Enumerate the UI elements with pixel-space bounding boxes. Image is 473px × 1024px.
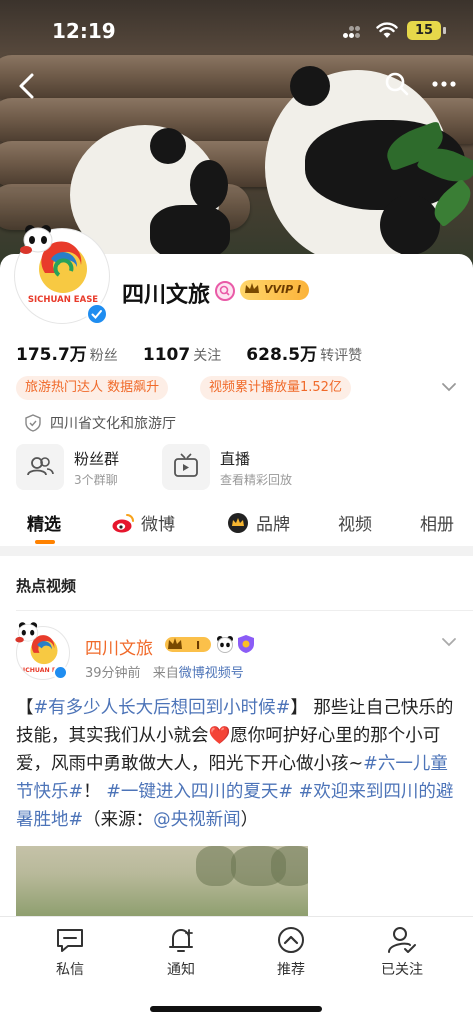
tab-album[interactable]: 相册 xyxy=(420,510,454,535)
bottom-label: 推荐 xyxy=(277,962,305,978)
level-shield-icon xyxy=(238,635,254,653)
video-thumbnail[interactable] xyxy=(16,846,308,916)
search-icon[interactable] xyxy=(383,70,411,98)
panda-eye xyxy=(190,160,228,210)
svg-text:I: I xyxy=(196,639,200,652)
stat-interactions[interactable]: 628.5万 转评赞 xyxy=(246,345,382,365)
battery-icon: 15 xyxy=(407,21,441,40)
stat-followers[interactable]: 175.7万 粉丝 xyxy=(16,345,138,365)
shield-check-icon xyxy=(25,414,41,432)
post-author[interactable]: 四川文旅 xyxy=(85,634,153,659)
bottom-followed-button[interactable]: 已关注 xyxy=(367,925,437,979)
weibo-logo-icon xyxy=(112,514,134,533)
vvip-level: I xyxy=(297,283,302,296)
post-time: 39分钟前 xyxy=(85,666,141,681)
more-icon[interactable] xyxy=(430,72,458,96)
post-meta: 39分钟前 来自微博视频号 xyxy=(85,662,244,681)
mention-link[interactable]: @央视新闻 xyxy=(153,810,241,830)
verified-badge-icon xyxy=(86,303,108,325)
post-badges: I xyxy=(165,634,254,654)
bottom-recommend-button[interactable]: 推荐 xyxy=(256,925,326,979)
vvip-badge[interactable]: VVIP I xyxy=(240,280,310,300)
bell-icon xyxy=(169,929,193,952)
tab-featured[interactable]: 精选 xyxy=(27,510,61,535)
home-indicator xyxy=(150,1006,322,1012)
post-menu-chevron-icon[interactable] xyxy=(440,633,458,651)
quick-subtitle: 查看精彩回放 xyxy=(220,473,293,487)
tab-brand[interactable]: 品牌 xyxy=(256,510,290,535)
bottom-notify-button[interactable]: 通知 xyxy=(146,925,216,979)
live-tv-icon xyxy=(162,444,210,490)
fans-group-icon xyxy=(16,444,64,490)
quick-title: 粉丝群 xyxy=(74,450,120,468)
tag-video-plays[interactable]: 视频累计播放量1.52亿 xyxy=(200,376,351,400)
brand-crown-icon xyxy=(228,513,248,533)
stat-following[interactable]: 1107 关注 xyxy=(143,345,241,365)
panda-arm xyxy=(150,205,230,260)
organization-label: 四川省文化和旅游厅 xyxy=(50,416,176,432)
active-tab-indicator xyxy=(35,540,55,544)
bottom-label: 通知 xyxy=(167,962,195,978)
panda-badge-icon xyxy=(217,636,233,653)
section-separator xyxy=(0,546,473,556)
profile-name: 四川文旅 xyxy=(122,283,211,308)
hashtag[interactable]: #有多少人长大后想回到小时候# xyxy=(34,698,291,718)
tag-travel-talent[interactable]: 旅游热门达人 数据飙升 xyxy=(16,376,169,400)
chevron-down-icon[interactable] xyxy=(440,378,458,396)
status-bar: 12:19 15 xyxy=(0,0,473,60)
back-arrow-icon[interactable] xyxy=(12,70,44,102)
member-badge-icon xyxy=(215,281,235,301)
message-icon xyxy=(57,929,83,952)
panda-avatar-decoration-icon xyxy=(15,622,39,643)
vvip-label: VVIP xyxy=(264,283,294,296)
profile-tabs: 精选 微博 品牌 视频 相册 xyxy=(0,504,473,546)
recommend-icon xyxy=(278,927,304,953)
crown-icon xyxy=(245,283,259,293)
followed-user-icon xyxy=(388,927,416,953)
panda-ear xyxy=(150,128,186,164)
bottom-label: 私信 xyxy=(56,962,84,978)
profile-stats: 175.7万 粉丝 1107 关注 628.5万 转评赞 xyxy=(16,340,382,365)
panda-ear xyxy=(290,66,330,106)
divider xyxy=(16,610,473,611)
post-source[interactable]: 微博视频号 xyxy=(179,666,244,681)
section-title: 热点视频 xyxy=(16,577,77,595)
vvip-small-badge-icon: I xyxy=(165,637,211,652)
quick-subtitle: 3个群聊 xyxy=(74,473,118,487)
hashtag[interactable]: #一键进入四川的夏天# xyxy=(106,782,293,802)
quick-title: 直播 xyxy=(220,450,251,468)
tab-video[interactable]: 视频 xyxy=(338,510,372,535)
cellular-signal-icon xyxy=(343,26,363,38)
post-text: 【#有多少人长大后想回到小时候#】 那些让自己快乐的技能，其实我们从小就会❤️愿… xyxy=(16,698,454,830)
panda-leg xyxy=(380,195,440,255)
status-time: 12:19 xyxy=(52,19,116,43)
wifi-icon xyxy=(376,22,398,38)
bottom-label: 已关注 xyxy=(381,962,423,978)
verified-badge-icon xyxy=(53,665,68,680)
tab-weibo[interactable]: 微博 xyxy=(141,510,175,535)
post-source-prefix: 来自 xyxy=(152,666,179,681)
bottom-message-button[interactable]: 私信 xyxy=(35,925,105,979)
heart-emoji-icon: ❤️ xyxy=(208,726,231,746)
panda-avatar-decoration-icon xyxy=(20,225,53,254)
battery-tip xyxy=(443,27,446,34)
